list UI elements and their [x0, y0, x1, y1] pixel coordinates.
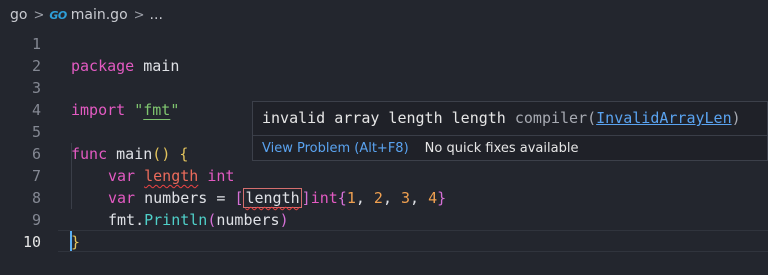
string-quote: " — [134, 101, 144, 119]
go-file-icon: GO — [49, 8, 67, 22]
hover-actions: View Problem (Alt+F8) No quick fixes ava… — [253, 135, 767, 161]
code-line-8: fmt.Println(numbers) — [0, 187, 768, 229]
keyword: import — [71, 101, 126, 119]
view-problem-link[interactable]: View Problem (Alt+F8) — [262, 141, 409, 156]
no-quick-fixes-label: No quick fixes available — [424, 141, 579, 156]
error-source: compiler( — [505, 109, 597, 127]
error-message: invalid array length length compiler(Inv… — [262, 107, 741, 129]
keyword: package — [71, 57, 135, 75]
chevron-right-icon: > — [133, 7, 145, 23]
error-text: invalid array length length — [262, 109, 506, 127]
string-quote: " — [170, 101, 180, 119]
chevron-right-icon: > — [33, 7, 45, 23]
problem-hover-widget: invalid array length length compiler(Inv… — [252, 101, 768, 161]
code-line-7: var numbers = [length]int{1, 2, 3, 4} — [0, 165, 768, 208]
breadcrumb: go > GO main.go > ... — [0, 0, 768, 30]
error-source-close: ) — [731, 109, 741, 127]
breadcrumb-ellipsis[interactable]: ... — [150, 7, 163, 23]
code-line-3: import "fmt" — [0, 77, 768, 119]
code-line-1: package main — [0, 33, 768, 75]
string-literal: fmt — [143, 101, 171, 119]
current-line-highlight — [58, 230, 768, 252]
error-code-link[interactable]: InvalidArrayLen — [596, 109, 731, 127]
breadcrumb-folder[interactable]: go — [10, 7, 27, 23]
text-cursor — [70, 231, 72, 251]
identifier: main — [134, 57, 180, 75]
code-line-9: } — [0, 209, 768, 251]
breadcrumb-file[interactable]: main.go — [71, 7, 128, 23]
